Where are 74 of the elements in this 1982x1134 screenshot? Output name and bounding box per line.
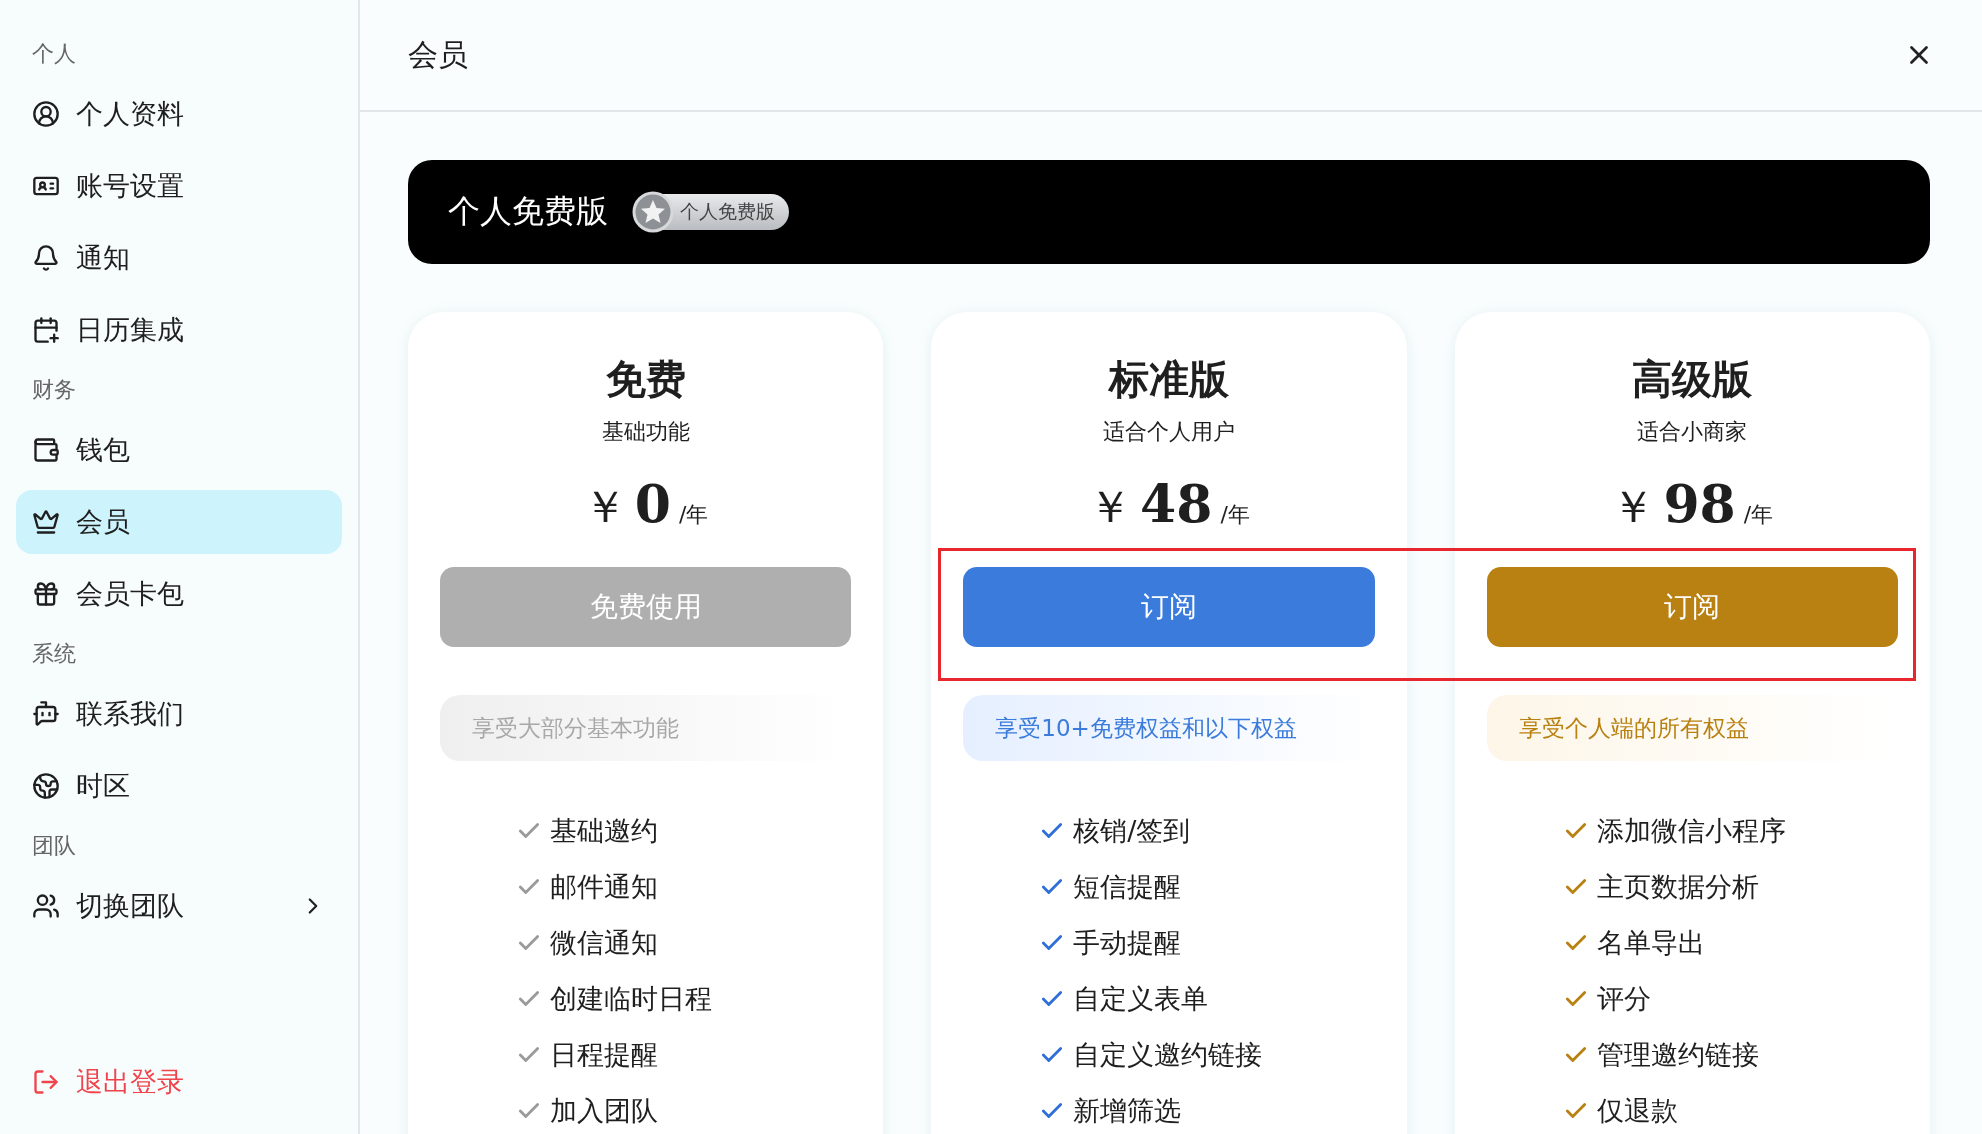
plan-subtitle: 适合小商家 [1637, 418, 1748, 446]
user-circle-icon [32, 100, 60, 128]
feature-label: 新增筛选 [1073, 1094, 1182, 1128]
plan-button[interactable]: 订阅 [963, 567, 1375, 647]
sidebar-item-label: 切换团队 [76, 889, 185, 923]
bell-icon [32, 244, 60, 272]
users-icon [32, 892, 60, 920]
price-unit: /年 [679, 501, 709, 529]
feature-label: 核销/签到 [1073, 814, 1191, 848]
sidebar-item-label: 会员卡包 [76, 577, 185, 611]
feature-label: 评分 [1596, 982, 1651, 1016]
logout-icon [32, 1068, 60, 1096]
sidebar-item-label: 会员 [76, 505, 131, 539]
sidebar-item[interactable]: 账号设置 [16, 154, 342, 218]
wallet-icon [32, 436, 60, 464]
sidebar-item-label: 钱包 [76, 433, 131, 467]
badge-label: 个人免费版 [680, 199, 775, 224]
currency-symbol: ￥ [1611, 480, 1656, 534]
feature-label: 邮件通知 [550, 870, 658, 904]
currency-symbol: ￥ [1088, 480, 1133, 534]
feature-label: 创建临时日程 [550, 982, 712, 1016]
section-title: 团队 [31, 832, 77, 860]
currency-symbol: ￥ [582, 480, 627, 534]
sidebar-item-label: 日历集成 [76, 313, 185, 347]
sidebar-item[interactable]: 日历集成 [16, 298, 342, 362]
logout-link[interactable]: 退出登录 [16, 1050, 342, 1114]
feature-label: 短信提醒 [1073, 870, 1182, 904]
globe-icon [32, 772, 60, 800]
price-amount: 0 [634, 473, 672, 534]
page-title: 会员 [408, 35, 468, 74]
feature-label: 自定义表单 [1073, 982, 1209, 1016]
plan-subtitle: 适合个人用户 [1103, 418, 1235, 446]
plan-name: 标准版 [1109, 355, 1229, 404]
feature-label: 微信通知 [550, 926, 658, 960]
sidebar-item[interactable]: 个人资料 [16, 82, 342, 146]
section-title: 财务 [31, 376, 77, 404]
feature-label: 日程提醒 [550, 1038, 658, 1072]
chat-bot-icon [32, 700, 60, 728]
feature-label: 手动提醒 [1073, 926, 1182, 960]
feature-label: 自定义邀约链接 [1073, 1038, 1263, 1072]
sidebar-item-label: 通知 [76, 241, 131, 275]
sidebar-item-label: 个人资料 [76, 97, 185, 131]
plan-subtitle: 基础功能 [601, 418, 690, 446]
gift-icon [32, 580, 60, 608]
logout-label: 退出登录 [76, 1065, 184, 1099]
sidebar-item-label: 账号设置 [76, 169, 185, 203]
sidebar-item[interactable]: 钱包 [16, 418, 342, 482]
feature-label: 名单导出 [1596, 926, 1705, 960]
banner-title: 个人免费版 [448, 191, 608, 232]
star-medal-icon [632, 191, 674, 233]
plan-name: 高级版 [1632, 355, 1753, 404]
feature-label: 管理邀约链接 [1596, 1038, 1759, 1072]
price-amount: 98 [1663, 473, 1736, 534]
feature-label: 基础邀约 [550, 814, 658, 848]
section-title: 个人 [31, 40, 77, 68]
sidebar-item[interactable]: 会员 [16, 490, 342, 554]
sidebar-item-label: 时区 [76, 769, 131, 803]
price-amount: 48 [1140, 473, 1213, 534]
sidebar-item[interactable]: 切换团队 [16, 874, 342, 938]
sidebar-item[interactable]: 会员卡包 [16, 562, 342, 626]
price-unit: /年 [1220, 501, 1250, 529]
price-unit: /年 [1743, 501, 1774, 529]
feature-label: 仅退款 [1596, 1094, 1678, 1128]
sidebar-item-label: 联系我们 [76, 697, 185, 731]
crown-icon [32, 508, 60, 536]
sidebar-item[interactable]: 时区 [16, 754, 342, 818]
plan-name: 免费 [605, 355, 686, 404]
feature-label: 加入团队 [550, 1094, 658, 1128]
calendar-icon [32, 316, 60, 344]
section-title: 系统 [31, 640, 77, 668]
sidebar-item[interactable]: 通知 [16, 226, 342, 290]
feature-label: 添加微信小程序 [1596, 814, 1786, 848]
feature-label: 主页数据分析 [1596, 870, 1759, 904]
sidebar-item[interactable]: 联系我们 [16, 682, 342, 746]
